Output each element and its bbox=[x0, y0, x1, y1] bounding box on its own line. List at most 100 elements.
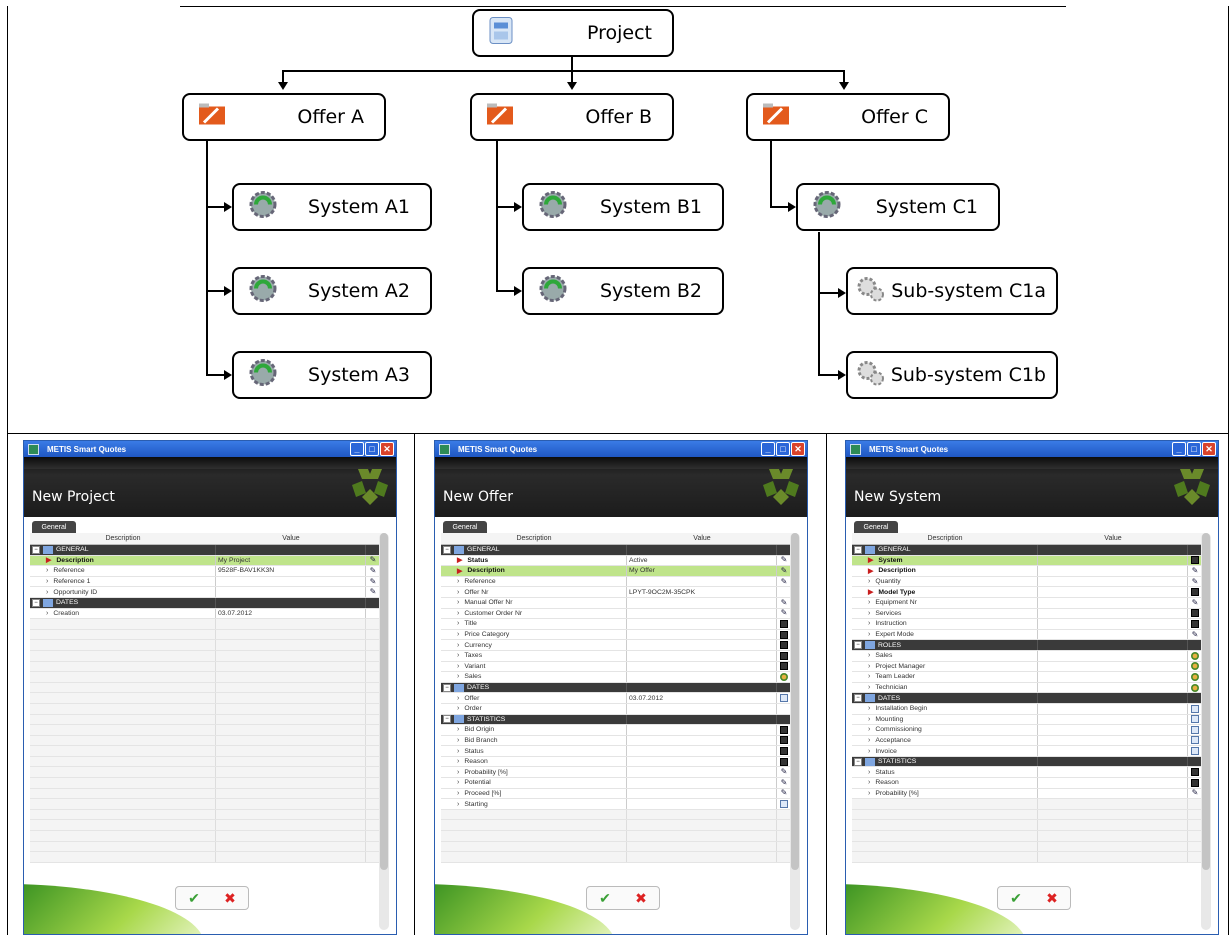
row-value[interactable] bbox=[216, 587, 366, 597]
row-value[interactable] bbox=[627, 735, 777, 746]
pencil-edit-icon[interactable]: ✎ bbox=[1192, 577, 1199, 586]
table-row[interactable]: › Project Manager bbox=[852, 661, 1208, 673]
row-value[interactable] bbox=[216, 576, 366, 587]
table-row[interactable]: ▶ Description My Project ✎ bbox=[30, 555, 386, 567]
close-button[interactable]: ✕ bbox=[791, 442, 805, 456]
pencil-edit-icon[interactable]: ✎ bbox=[781, 598, 788, 607]
maximize-button[interactable]: □ bbox=[776, 442, 790, 456]
pencil-edit-icon[interactable]: ✎ bbox=[781, 778, 788, 787]
dropdown-icon[interactable] bbox=[780, 619, 788, 628]
table-row[interactable]: › Reference ✎ bbox=[441, 576, 797, 588]
calendar-icon[interactable] bbox=[780, 694, 788, 703]
section-header[interactable]: − GENERAL bbox=[441, 545, 797, 556]
scroll-thumb[interactable] bbox=[1202, 533, 1210, 870]
user-icon[interactable] bbox=[1191, 662, 1199, 671]
close-button[interactable]: ✕ bbox=[380, 442, 394, 456]
table-row[interactable]: › Services bbox=[852, 608, 1208, 620]
cancel-button[interactable]: ✖ bbox=[635, 890, 647, 907]
scroll-thumb[interactable] bbox=[791, 533, 799, 870]
table-row[interactable]: › Starting bbox=[441, 799, 797, 810]
section-header[interactable]: − DATES bbox=[852, 693, 1208, 704]
table-row[interactable]: › Price Category bbox=[441, 629, 797, 641]
table-row[interactable]: › Proceed [%] ✎ bbox=[441, 788, 797, 800]
row-value[interactable] bbox=[1038, 672, 1188, 682]
dropdown-icon[interactable] bbox=[780, 747, 788, 756]
table-row[interactable]: › Installation Begin bbox=[852, 703, 1208, 715]
pencil-edit-icon[interactable]: ✎ bbox=[1192, 630, 1199, 639]
row-value[interactable] bbox=[627, 703, 777, 714]
table-row[interactable]: › Reason bbox=[852, 778, 1208, 789]
table-row[interactable]: › Expert Mode ✎ bbox=[852, 629, 1208, 641]
dropdown-icon[interactable] bbox=[1191, 609, 1199, 618]
minimize-button[interactable]: _ bbox=[350, 442, 364, 456]
collapse-icon[interactable]: − bbox=[443, 545, 451, 554]
dropdown-icon[interactable] bbox=[780, 630, 788, 639]
table-row[interactable]: › Title bbox=[441, 619, 797, 630]
row-value[interactable]: 03.07.2012 bbox=[627, 693, 777, 703]
table-row[interactable]: › Probability [%] ✎ bbox=[441, 767, 797, 779]
table-row[interactable]: › Bid Branch bbox=[441, 735, 797, 747]
collapse-icon[interactable]: − bbox=[32, 545, 40, 554]
row-value[interactable]: 9528F-BAV1KK3N bbox=[216, 566, 366, 576]
dropdown-icon[interactable] bbox=[1191, 778, 1199, 787]
tab-general[interactable]: General bbox=[854, 521, 898, 533]
row-value[interactable] bbox=[1038, 576, 1188, 587]
table-row[interactable]: › Mounting bbox=[852, 714, 1208, 726]
table-row[interactable]: › Sales bbox=[852, 650, 1208, 662]
row-value[interactable] bbox=[1038, 629, 1188, 640]
table-row[interactable]: ▶ Model Type bbox=[852, 587, 1208, 598]
row-value[interactable] bbox=[1038, 608, 1188, 619]
row-value[interactable] bbox=[1038, 597, 1188, 608]
scroll-thumb[interactable] bbox=[380, 533, 388, 870]
row-value[interactable] bbox=[627, 799, 777, 809]
maximize-button[interactable]: □ bbox=[365, 442, 379, 456]
row-value[interactable] bbox=[1038, 735, 1188, 746]
ok-button[interactable]: ✔ bbox=[188, 890, 200, 907]
user-icon[interactable] bbox=[780, 672, 788, 681]
tab-general[interactable]: General bbox=[443, 521, 487, 533]
row-value[interactable] bbox=[1038, 650, 1188, 661]
row-value[interactable] bbox=[627, 629, 777, 640]
cancel-button[interactable]: ✖ bbox=[224, 890, 236, 907]
calendar-icon[interactable] bbox=[780, 800, 788, 809]
row-value[interactable] bbox=[627, 650, 777, 661]
table-row[interactable]: ▶ Status Active ✎ bbox=[441, 555, 797, 567]
row-value[interactable] bbox=[1038, 788, 1188, 799]
table-row[interactable]: › Customer Order Nr ✎ bbox=[441, 608, 797, 620]
dropdown-icon[interactable] bbox=[780, 651, 788, 660]
dropdown-icon[interactable] bbox=[1191, 619, 1199, 628]
vertical-scrollbar[interactable] bbox=[1201, 533, 1211, 930]
table-row[interactable]: › Bid Origin bbox=[441, 725, 797, 736]
dropdown-icon[interactable] bbox=[780, 662, 788, 671]
row-value[interactable] bbox=[627, 597, 777, 608]
table-row[interactable]: ▶ Description My Offer ✎ bbox=[441, 566, 797, 577]
dropdown-icon[interactable] bbox=[780, 641, 788, 650]
table-row[interactable]: › Instruction bbox=[852, 619, 1208, 630]
pencil-edit-icon[interactable]: ✎ bbox=[781, 566, 788, 575]
pencil-edit-icon[interactable]: ✎ bbox=[370, 588, 377, 596]
pencil-edit-icon[interactable]: ✎ bbox=[781, 577, 788, 586]
table-row[interactable]: › Sales bbox=[441, 672, 797, 683]
ok-button[interactable]: ✔ bbox=[599, 890, 611, 907]
collapse-icon[interactable]: − bbox=[854, 694, 862, 703]
pencil-edit-icon[interactable]: ✎ bbox=[370, 556, 377, 564]
user-icon[interactable] bbox=[1191, 672, 1199, 681]
collapse-icon[interactable]: − bbox=[854, 545, 862, 554]
table-row[interactable]: › Reference 9528F-BAV1KK3N ✎ bbox=[30, 566, 386, 577]
row-value[interactable] bbox=[627, 778, 777, 788]
vertical-scrollbar[interactable] bbox=[790, 533, 800, 930]
table-row[interactable]: › Team Leader bbox=[852, 672, 1208, 683]
row-value[interactable] bbox=[627, 767, 777, 778]
user-icon[interactable] bbox=[1191, 651, 1199, 660]
pencil-edit-icon[interactable]: ✎ bbox=[370, 577, 377, 586]
row-value[interactable] bbox=[1038, 587, 1188, 597]
table-row[interactable]: › Currency bbox=[441, 640, 797, 651]
row-value[interactable] bbox=[627, 619, 777, 629]
row-value[interactable] bbox=[627, 746, 777, 756]
row-value[interactable]: Active bbox=[627, 555, 777, 566]
table-row[interactable]: › Status bbox=[441, 746, 797, 757]
section-header[interactable]: − STATISTICS bbox=[441, 714, 797, 726]
section-header[interactable]: − DATES bbox=[30, 597, 386, 609]
row-value[interactable]: My Offer bbox=[627, 566, 777, 576]
row-value[interactable]: My Project bbox=[216, 555, 366, 566]
